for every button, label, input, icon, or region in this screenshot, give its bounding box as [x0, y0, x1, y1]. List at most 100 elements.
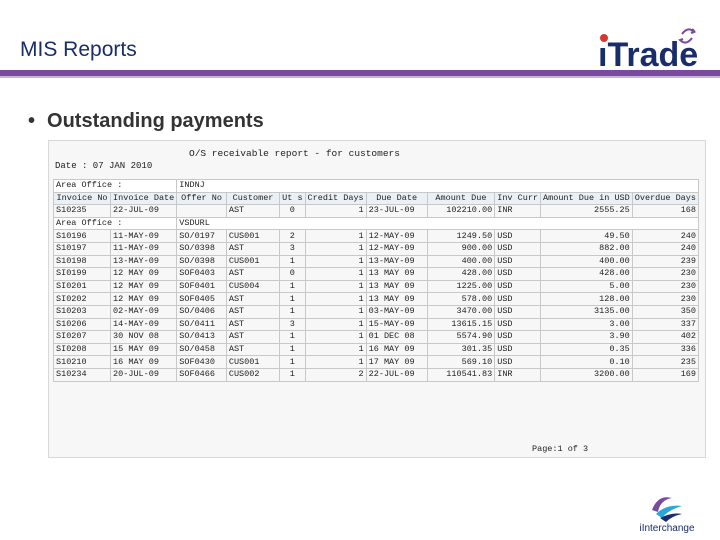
table-cell: SO/0458 [176, 342, 227, 357]
table-cell: 17 MAY 09 [365, 355, 428, 369]
table-cell: 3.90 [540, 330, 633, 344]
table-cell: AST [225, 292, 281, 306]
table-cell: 428.00 [540, 267, 633, 281]
table-cell: 49.50 [540, 229, 633, 243]
table-cell: 2 [304, 367, 367, 382]
table-cell: INR [494, 204, 542, 218]
table-cell: SO/0398 [176, 241, 227, 256]
table-cell: S10203 [52, 304, 112, 319]
table-row: S10210 16 MAY 09 SOF0430 CUS001 1 1 17 MAY 09 5… [52, 355, 700, 369]
table-cell: 240 [631, 229, 700, 243]
table-cell: SOF0466 [176, 367, 227, 382]
table-cell: 0.10 [540, 355, 633, 369]
table-cell: 12-MAY-09 [365, 229, 428, 243]
table-cell: AST [225, 241, 281, 256]
table-cell: 169 [631, 367, 700, 382]
table-cell: 1 [304, 241, 367, 256]
table-cell: 02-MAY-09 [110, 304, 178, 319]
table-cell: SI0208 [52, 342, 112, 357]
table-cell: SI0201 [52, 279, 112, 294]
table-cell: 1 [279, 330, 306, 344]
table-cell: USD [494, 241, 542, 256]
iinterchange-mark-icon [652, 497, 682, 522]
table-cell: 1 [304, 355, 367, 369]
table-cell: 0 [279, 204, 306, 218]
table-cell: 12-MAY-09 [365, 241, 428, 256]
report-screenshot: O/S receivable report - for customers Da… [48, 140, 706, 458]
table-cell: SO/0398 [176, 254, 227, 269]
table-cell: 13615.15 [426, 317, 496, 332]
table-cell: 12 MAY 09 [110, 267, 178, 281]
column-header: Amount Due [426, 191, 496, 206]
table-cell: S10235 [52, 204, 112, 218]
table-cell: AST [225, 267, 281, 281]
table-cell: 336 [631, 342, 700, 357]
report-date: Date : 07 JAN 2010 [55, 161, 153, 171]
table-row: SI0202 12 MAY 09 SOF0405 AST 1 1 13 MAY 09 578.… [52, 292, 700, 306]
table-cell: 337 [631, 317, 700, 332]
table-cell: SOF0403 [176, 267, 227, 281]
table-cell: 239 [631, 254, 700, 269]
table-cell: 1 [304, 204, 367, 218]
table-row: SI0207 30 NOV 08 SO/0413 AST 1 1 01 DEC 08 5574… [52, 330, 700, 344]
table-cell: 13 MAY 09 [365, 292, 428, 306]
column-header: Credit Days [304, 191, 367, 206]
table-cell: 16 MAY 09 [365, 342, 428, 357]
table-cell: 1 [279, 355, 306, 369]
table-cell: USD [494, 317, 542, 332]
table-cell: 22-JUL-09 [365, 367, 428, 382]
table-cell: 23-JUL-09 [365, 204, 428, 218]
table-cell: SI0202 [52, 292, 112, 306]
column-header: Invoice Date [110, 191, 178, 206]
table-cell: 900.00 [426, 241, 496, 256]
table-cell: 102210.00 [426, 204, 496, 218]
svg-text:ıTrade: ıTrade [598, 36, 698, 70]
table-cell: 235 [631, 355, 700, 369]
report-title: O/S receivable report - for customers [189, 148, 400, 159]
table-cell: AST [225, 304, 281, 319]
table-row: SI0208 15 MAY 09 SO/0458 AST 1 1 16 MAY 09 301.… [52, 342, 700, 357]
column-header: Customer [225, 191, 281, 206]
table-cell: 11-MAY-09 [110, 229, 178, 243]
column-header: Ut s [279, 191, 306, 206]
table-cell: 0.35 [540, 342, 633, 357]
table-cell: 1 [279, 292, 306, 306]
table-cell: 1 [279, 279, 306, 294]
table-cell: 1 [304, 330, 367, 344]
table-cell: SI0207 [52, 330, 112, 344]
table-cell: 128.00 [540, 292, 633, 306]
area-office-value: VSDURL [176, 216, 699, 231]
table-cell: SO/0413 [176, 330, 227, 344]
table-cell: 230 [631, 267, 700, 281]
table-cell: 16 MAY 09 [110, 355, 178, 369]
table-header-row: Invoice No Invoice Date Offer No Customer Ut… [52, 191, 700, 206]
table-cell: USD [494, 304, 542, 319]
table-cell: 1 [304, 229, 367, 243]
table-cell: 428.00 [426, 267, 496, 281]
table-cell: 3135.00 [540, 304, 633, 319]
table-cell: CUS002 [225, 367, 281, 382]
column-header: Due Date [365, 191, 428, 206]
table-cell: 3 [279, 317, 306, 332]
table-cell: S10196 [52, 229, 112, 243]
bullet-point: • Outstanding payments [28, 110, 264, 133]
table-cell: S10206 [52, 317, 112, 332]
table-cell: 3 [279, 241, 306, 256]
table-cell: SOF0405 [176, 292, 227, 306]
table-cell: AST [225, 204, 281, 218]
table-cell: 01 DEC 08 [365, 330, 428, 344]
table-cell: 0 [279, 267, 306, 281]
slide-title: MIS Reports [20, 38, 137, 61]
table-cell: 230 [631, 279, 700, 294]
table-cell: 1 [304, 317, 367, 332]
column-header: Overdue Days [631, 191, 700, 206]
table-cell [176, 204, 227, 218]
area-office-label: Area Office : [52, 216, 178, 231]
table-cell: 03-MAY-09 [365, 304, 428, 319]
table-cell: USD [494, 330, 542, 344]
table-row: S10206 14-MAY-09 SO/0411 AST 3 1 15-MAY-09 1361… [52, 317, 700, 332]
table-row: SI0199 12 MAY 09 SOF0403 AST 0 1 13 MAY 09 428.… [52, 267, 700, 281]
table-row: SI0201 12 MAY 09 SOF0401 CUS004 1 1 13 MAY 09 1… [52, 279, 700, 294]
table-cell: USD [494, 342, 542, 357]
table-row: S10197 11-MAY-09 SO/0398 AST 3 1 12-MAY-09 900.… [52, 241, 700, 256]
